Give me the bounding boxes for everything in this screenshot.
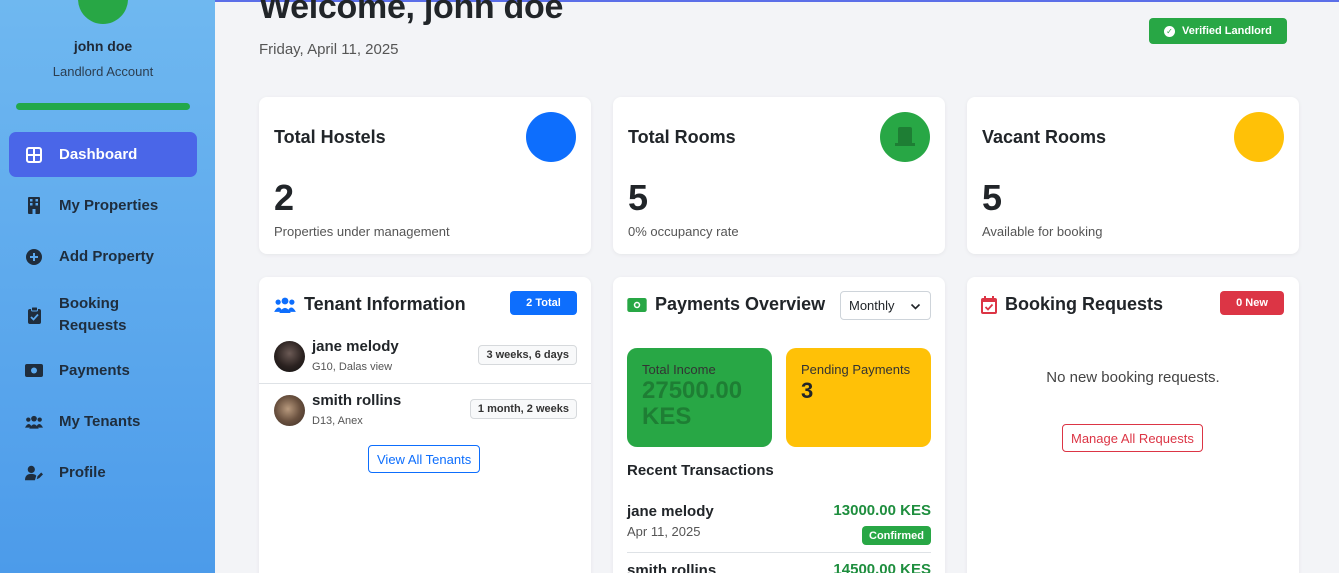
- sidebar-item-booking-requests[interactable]: Booking Requests: [9, 285, 197, 345]
- transaction-amount: 14500.00 KES: [833, 561, 931, 573]
- sidebar-item-my-tenants[interactable]: My Tenants: [9, 399, 197, 444]
- building-icon: [25, 197, 43, 215]
- transaction-amount: 13000.00 KES: [833, 502, 931, 519]
- payments-title-label: Payments Overview: [655, 294, 826, 314]
- tenant-count-badge: 2 Total: [510, 291, 577, 315]
- stat-title: Total Hostels: [274, 127, 386, 147]
- tenant-duration: 1 month, 2 weeks: [469, 399, 577, 419]
- stat-subtitle: Properties under management: [274, 224, 450, 239]
- sidebar-item-label: Payments: [59, 361, 130, 379]
- sidebar-item-my-properties[interactable]: My Properties: [9, 183, 197, 228]
- sidebar-item-add-property[interactable]: Add Property: [9, 234, 197, 279]
- payments-overview-card: Payments Overview Monthly Total Income 2…: [613, 277, 945, 573]
- transaction-date: Apr 11, 2025: [627, 524, 701, 539]
- tenant-name: smith rollins: [312, 392, 402, 409]
- transaction-name: smith rollins: [627, 562, 717, 573]
- tenant-title-label: Tenant Information: [304, 294, 466, 314]
- vacant-icon: [1234, 112, 1284, 162]
- pending-payments-box: Pending Payments 3: [786, 348, 931, 447]
- users-icon: [25, 413, 43, 431]
- stat-value: 5: [982, 177, 1003, 218]
- sidebar-user-name: john doe: [73, 38, 133, 54]
- sidebar-item-label: Add Property: [59, 247, 155, 265]
- view-all-tenants-button[interactable]: View All Tenants: [368, 445, 481, 473]
- payments-section-title: Payments Overview: [627, 294, 825, 315]
- tenant-row[interactable]: jane melody G10, Dalas view 3 weeks, 6 d…: [259, 330, 591, 384]
- door-icon: [880, 112, 930, 162]
- total-income-box: Total Income 27500.00 KES: [627, 348, 772, 447]
- recent-transactions-title: Recent Transactions: [627, 462, 774, 479]
- money-bill-icon: [627, 297, 647, 312]
- sidebar-item-label: Booking Requests: [59, 295, 127, 334]
- chevron-down-icon: [910, 300, 921, 315]
- money-bill-icon: [25, 362, 43, 380]
- sidebar-nav: Dashboard My Properties Add Property Boo…: [9, 132, 197, 501]
- transaction-row[interactable]: jane melody Apr 11, 2025 13000.00 KES Co…: [627, 502, 931, 553]
- new-booking-badge: 0 New: [1220, 291, 1284, 315]
- verified-badge-label: Verified Landlord: [1182, 25, 1272, 37]
- tenant-room: D13, Anex: [312, 415, 363, 427]
- pending-payments-label: Pending Payments: [801, 362, 911, 377]
- user-avatar: [78, 0, 128, 24]
- empty-booking-text: No new booking requests.: [1046, 369, 1220, 386]
- tenant-name: jane melody: [312, 338, 399, 355]
- sidebar-item-profile[interactable]: Profile: [9, 450, 197, 495]
- transaction-row[interactable]: smith rollins 14500.00 KES: [627, 561, 931, 573]
- page-title: Welcome, john doe: [259, 0, 564, 26]
- tenant-information-card: Tenant Information 2 Total jane melody G…: [259, 277, 591, 573]
- stat-card-total-rooms: Total Rooms 5 0% occupancy rate: [613, 97, 945, 254]
- tenant-room: G10, Dalas view: [312, 361, 393, 373]
- sidebar-item-label: Profile: [59, 463, 106, 481]
- stat-value: 5: [628, 177, 649, 218]
- booking-requests-card: Booking Requests 0 New No new booking re…: [967, 277, 1299, 573]
- hostel-icon: [526, 112, 576, 162]
- sidebar-item-label: My Properties: [59, 196, 159, 214]
- profile-progress-bar: [16, 103, 190, 110]
- manage-all-requests-button[interactable]: Manage All Requests: [1062, 424, 1203, 452]
- stat-title: Vacant Rooms: [982, 127, 1107, 147]
- total-income-label: Total Income: [642, 362, 716, 377]
- booking-section-title: Booking Requests: [981, 294, 1163, 315]
- status-badge: Confirmed: [862, 526, 931, 545]
- period-select-value: Monthly: [849, 298, 895, 313]
- sidebar-item-payments[interactable]: Payments: [9, 348, 197, 393]
- sidebar-item-label: Dashboard: [59, 145, 138, 163]
- pending-payments-value: 3: [801, 378, 814, 403]
- sidebar-item-dashboard[interactable]: Dashboard: [9, 132, 197, 177]
- booking-title-label: Booking Requests: [1005, 294, 1164, 314]
- stat-title: Total Rooms: [628, 127, 736, 147]
- plus-circle-icon: [25, 248, 43, 266]
- current-date: Friday, April 11, 2025: [259, 41, 399, 58]
- main-content: Welcome, john doe Friday, April 11, 2025…: [215, 0, 1339, 573]
- check-circle-icon: ✓: [1164, 25, 1175, 37]
- sidebar-user-role: Landlord Account: [52, 64, 154, 79]
- tenant-section-title: Tenant Information: [274, 294, 466, 315]
- stat-card-total-hostels: Total Hostels 2 Properties under managem…: [259, 97, 591, 254]
- sidebar-item-label: My Tenants: [59, 412, 141, 430]
- user-edit-icon: [25, 464, 43, 482]
- tenant-avatar: [274, 341, 305, 372]
- stat-value: 2: [274, 177, 295, 218]
- transaction-name: jane melody: [627, 503, 714, 520]
- tenant-duration: 3 weeks, 6 days: [478, 345, 577, 365]
- calendar-check-icon: [981, 295, 997, 314]
- grid-icon: [25, 146, 43, 164]
- total-income-value: 27500.00 KES: [642, 377, 743, 430]
- users-icon: [274, 297, 296, 313]
- stat-subtitle: 0% occupancy rate: [628, 224, 739, 239]
- tenant-avatar: [274, 395, 305, 426]
- sidebar: john doe Landlord Account Dashboard My P…: [0, 0, 215, 573]
- clipboard-check-icon: [25, 306, 43, 324]
- tenant-row[interactable]: smith rollins D13, Anex 1 month, 2 weeks: [259, 384, 591, 438]
- stat-card-vacant-rooms: Vacant Rooms 5 Available for booking: [967, 97, 1299, 254]
- stat-subtitle: Available for booking: [982, 224, 1103, 239]
- verified-badge: ✓ Verified Landlord: [1149, 18, 1287, 44]
- period-select[interactable]: Monthly: [840, 291, 931, 320]
